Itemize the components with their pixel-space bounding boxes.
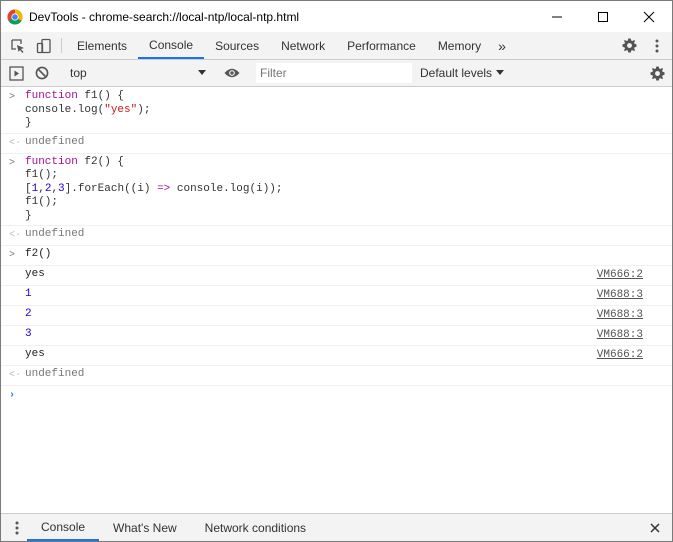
inspect-element-button[interactable] (5, 32, 31, 59)
device-toolbar-button[interactable] (31, 32, 57, 59)
gear-icon (649, 65, 665, 81)
log-levels-label: Default levels (420, 66, 493, 80)
minimize-icon (552, 16, 562, 17)
console-log-entry: yes VM666:2 (1, 346, 672, 366)
console-result-entry: <· undefined (1, 226, 672, 246)
dropdown-arrow-icon (198, 70, 206, 75)
input-chevron-icon: > (9, 157, 16, 169)
toolbar-divider (61, 38, 62, 53)
live-expression-button[interactable] (219, 67, 245, 79)
result-arrow-icon: <· (9, 137, 22, 149)
code-line: console.log("yes"); (25, 103, 151, 116)
gear-icon (621, 38, 637, 53)
close-drawer-button[interactable] (642, 514, 668, 541)
inspect-cursor-icon (11, 38, 24, 53)
log-value: 1 (25, 288, 32, 300)
window-title: DevTools - chrome-search://local-ntp/loc… (29, 9, 300, 24)
tab-elements[interactable]: Elements (66, 32, 138, 59)
tab-memory[interactable]: Memory (427, 32, 492, 59)
devtools-window: DevTools - chrome-search://local-ntp/loc… (0, 0, 673, 542)
log-value: 2 (25, 308, 32, 320)
console-log-entry: 1 VM688:3 (1, 286, 672, 306)
close-icon (643, 11, 655, 22)
context-selector-value: top (70, 66, 87, 80)
input-chevron-icon: > (9, 250, 16, 261)
code-line: } (25, 117, 32, 129)
input-chevron-icon: > (9, 92, 16, 103)
tab-network[interactable]: Network (270, 32, 336, 59)
log-value: yes (25, 348, 45, 360)
log-value: 3 (25, 328, 32, 340)
source-link[interactable]: VM688:3 (597, 309, 643, 323)
kebab-menu-icon (655, 39, 659, 52)
console-result-entry: <· undefined (1, 366, 672, 386)
result-value: undefined (25, 228, 85, 240)
close-window-button[interactable] (626, 1, 672, 32)
tab-console[interactable]: Console (138, 32, 205, 59)
clear-block-icon (35, 66, 49, 80)
more-options-button[interactable] (644, 32, 670, 59)
show-sidebar-button[interactable] (3, 65, 29, 81)
code-line: [1,2,3].forEach((i) => console.log(i)); (25, 182, 283, 195)
code-line: f2() (25, 248, 52, 260)
eye-icon (224, 68, 240, 78)
drawer-tab-whats-new[interactable]: What's New (99, 514, 191, 541)
code-line: function f2() { (25, 155, 125, 168)
prompt-chevron-icon: › (9, 390, 16, 401)
drawer-tab-network-conditions[interactable]: Network conditions (191, 514, 320, 541)
context-selector[interactable]: top (66, 63, 210, 83)
more-tabs-button[interactable]: » (492, 32, 512, 59)
dropdown-arrow-icon (496, 70, 505, 75)
log-value: yes (25, 268, 45, 280)
console-log-entry: 2 VM688:3 (1, 306, 672, 326)
console-log-entry: 3 VM688:3 (1, 326, 672, 346)
code-line: f1(); (25, 196, 59, 208)
device-mode-icon (36, 38, 51, 53)
result-value: undefined (25, 135, 85, 148)
clear-console-button[interactable] (29, 66, 55, 80)
main-tabs-bar: Elements Console Sources Network Perform… (1, 32, 672, 60)
code-line: } (25, 209, 32, 222)
source-link[interactable]: VM688:3 (597, 289, 643, 303)
maximize-icon (598, 11, 608, 22)
console-settings-button[interactable] (644, 60, 670, 86)
tab-performance[interactable]: Performance (336, 32, 427, 59)
kebab-menu-icon (15, 521, 19, 534)
filter-input[interactable] (256, 63, 412, 83)
result-arrow-icon: <· (9, 230, 22, 241)
code-line: function f1() { (25, 90, 125, 102)
console-toolbar: top Default levels (1, 60, 672, 87)
console-prompt[interactable]: › (1, 386, 672, 405)
sidebar-toggle-icon (8, 65, 24, 81)
minimize-button[interactable] (534, 1, 580, 32)
result-arrow-icon: <· (9, 370, 22, 381)
console-input-entry: > function f2() { f1(); [1,2,3].forEach(… (1, 154, 672, 226)
close-icon (650, 522, 660, 533)
console-input-entry: > f2() (1, 246, 672, 266)
maximize-button[interactable] (580, 1, 626, 32)
console-input-entry: > function f1() { console.log("yes"); } (1, 88, 672, 134)
source-link[interactable]: VM666:2 (597, 269, 643, 283)
console-log-entry: yes VM666:2 (1, 266, 672, 286)
code-line: f1(); (25, 169, 59, 181)
result-value: undefined (25, 368, 85, 380)
console-output[interactable]: > function f1() { console.log("yes"); } … (1, 88, 672, 512)
log-levels-dropdown[interactable]: Default levels (420, 66, 505, 80)
chrome-logo-icon (7, 8, 23, 25)
source-link[interactable]: VM688:3 (597, 329, 643, 343)
drawer-tabs-bar: Console What's New Network conditions (1, 513, 672, 541)
drawer-tab-console[interactable]: Console (27, 514, 100, 541)
settings-button[interactable] (616, 32, 642, 59)
drawer-menu-button[interactable] (7, 514, 27, 541)
source-link[interactable]: VM666:2 (597, 349, 643, 363)
title-bar: DevTools - chrome-search://local-ntp/loc… (1, 1, 672, 32)
console-result-entry: <· undefined (1, 134, 672, 154)
tab-sources[interactable]: Sources (204, 32, 270, 59)
